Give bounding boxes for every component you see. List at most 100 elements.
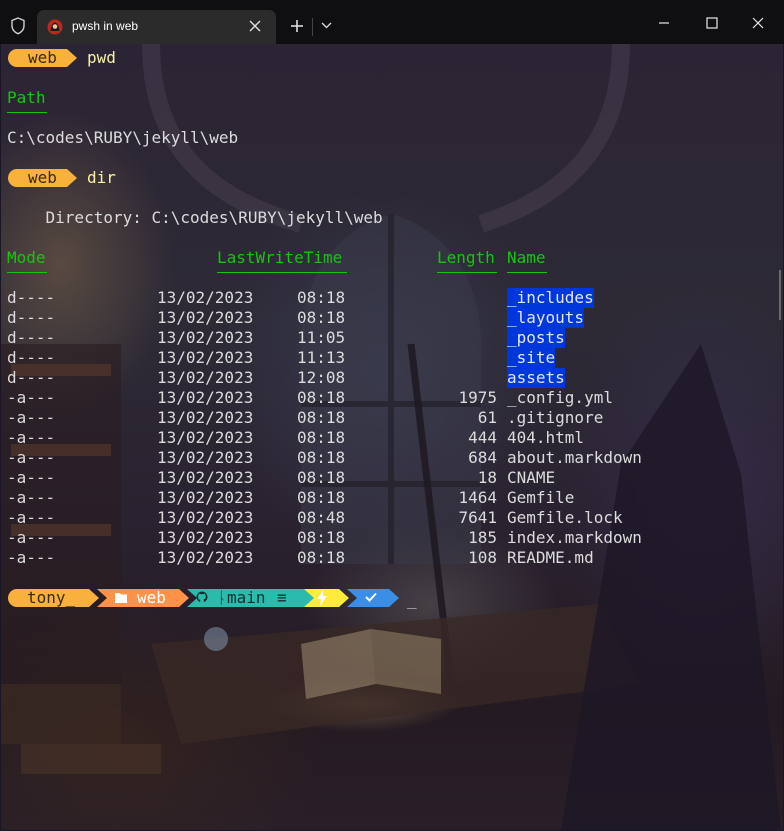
terminal-tab[interactable]: pwsh in web bbox=[37, 10, 276, 44]
row-length: 1464 bbox=[458, 488, 497, 507]
command-text: pwd bbox=[87, 48, 116, 67]
row-time: 11:05 bbox=[297, 328, 346, 347]
chevron-down-icon[interactable] bbox=[321, 22, 332, 29]
row-time: 08:18 bbox=[297, 488, 346, 507]
header-underline bbox=[7, 112, 47, 113]
header-underline bbox=[507, 272, 547, 273]
row-length: 61 bbox=[477, 408, 497, 427]
row-date: 13/02/2023 bbox=[157, 548, 254, 567]
title-bar: pwsh in web bbox=[0, 0, 784, 44]
row-time: 08:18 bbox=[297, 408, 346, 427]
tab-profile-icon bbox=[47, 19, 63, 35]
row-name-file: .gitignore bbox=[507, 408, 604, 427]
row-mode: -a--- bbox=[7, 528, 56, 547]
row-mode: d---- bbox=[7, 308, 56, 327]
prompt-folder: web bbox=[137, 588, 166, 607]
row-name-file: README.md bbox=[507, 548, 594, 567]
row-date: 13/02/2023 bbox=[157, 428, 254, 447]
maximize-icon[interactable] bbox=[705, 16, 719, 30]
lightning-icon bbox=[317, 590, 327, 606]
prompt-user: tony_ bbox=[27, 588, 76, 607]
row-date: 13/02/2023 bbox=[157, 368, 254, 387]
row-time: 08:18 bbox=[297, 428, 346, 447]
row-length bbox=[437, 368, 497, 388]
row-length: 185 bbox=[468, 528, 497, 547]
row-length: 18 bbox=[477, 468, 497, 487]
row-mode: -a--- bbox=[7, 548, 56, 567]
row-mode: -a--- bbox=[7, 508, 56, 527]
check-icon bbox=[365, 592, 377, 602]
row-length bbox=[437, 308, 497, 328]
row-name-file: Gemfile.lock bbox=[507, 508, 623, 527]
new-tab-icon[interactable] bbox=[290, 19, 304, 33]
row-date: 13/02/2023 bbox=[157, 448, 254, 467]
row-date: 13/02/2023 bbox=[157, 508, 254, 527]
row-time: 08:18 bbox=[297, 468, 346, 487]
tab-close-icon[interactable] bbox=[248, 19, 262, 33]
close-icon[interactable] bbox=[751, 16, 765, 30]
scrollbar[interactable] bbox=[779, 270, 781, 320]
row-date: 13/02/2023 bbox=[157, 308, 254, 327]
row-mode: -a--- bbox=[7, 468, 56, 487]
row-mode: d---- bbox=[7, 368, 56, 387]
row-time: 08:18 bbox=[297, 548, 346, 567]
row-date: 13/02/2023 bbox=[157, 328, 254, 347]
row-mode: d---- bbox=[7, 348, 56, 367]
row-name-file: Gemfile bbox=[507, 488, 575, 507]
shield-icon[interactable] bbox=[10, 17, 26, 35]
row-name-directory: _layouts bbox=[507, 308, 585, 328]
tab-title: pwsh in web bbox=[72, 19, 139, 33]
row-length: 7641 bbox=[458, 508, 497, 527]
row-name-directory: _includes bbox=[507, 288, 594, 308]
column-header-lastwritetime: LastWriteTime bbox=[217, 248, 343, 267]
pwd-value: C:\codes\RUBY\jekyll\web bbox=[7, 128, 239, 147]
directory-label: Directory: C:\codes\RUBY\jekyll\web bbox=[7, 208, 383, 227]
row-length: 1975 bbox=[458, 388, 497, 407]
row-mode: -a--- bbox=[7, 388, 56, 407]
prompt-branch-status: ≡ bbox=[277, 588, 287, 607]
row-mode: d---- bbox=[7, 288, 56, 307]
row-date: 13/02/2023 bbox=[157, 528, 254, 547]
tab-separator bbox=[312, 18, 313, 36]
row-time: 08:18 bbox=[297, 528, 346, 547]
row-mode: -a--- bbox=[7, 488, 56, 507]
row-length bbox=[437, 328, 497, 348]
row-time: 08:18 bbox=[297, 388, 346, 407]
prompt-dir: web bbox=[28, 48, 57, 67]
terminal-pane[interactable]: web pwd Path C:\codes\RUBY\jekyll\web we… bbox=[1, 44, 783, 830]
row-length bbox=[437, 288, 497, 308]
row-date: 13/02/2023 bbox=[157, 348, 254, 367]
row-time: 08:48 bbox=[297, 508, 346, 527]
prompt-branch: main bbox=[227, 588, 266, 607]
prompt-dir: web bbox=[28, 168, 57, 187]
column-header-name: Name bbox=[507, 248, 546, 267]
row-name-directory: assets bbox=[507, 368, 565, 388]
column-header-mode: Mode bbox=[7, 248, 46, 267]
row-length bbox=[437, 348, 497, 368]
header-underline bbox=[437, 272, 497, 273]
row-name-file: 404.html bbox=[507, 428, 585, 447]
column-header-length: Length bbox=[437, 248, 495, 267]
header-underline bbox=[217, 272, 347, 273]
cursor[interactable]: _ bbox=[407, 590, 417, 610]
row-name-file: index.markdown bbox=[507, 528, 642, 547]
row-name-file: CNAME bbox=[507, 468, 556, 487]
row-mode: -a--- bbox=[7, 408, 56, 427]
row-name-directory: _site bbox=[507, 348, 556, 368]
row-time: 08:18 bbox=[297, 448, 346, 467]
column-header-path: Path bbox=[7, 88, 46, 107]
row-length: 684 bbox=[468, 448, 497, 467]
minimize-icon[interactable] bbox=[657, 16, 671, 30]
row-date: 13/02/2023 bbox=[157, 388, 254, 407]
row-name-file: _config.yml bbox=[507, 388, 613, 407]
row-length: 108 bbox=[468, 548, 497, 567]
row-time: 11:13 bbox=[297, 348, 346, 367]
row-mode: -a--- bbox=[7, 448, 56, 467]
row-date: 13/02/2023 bbox=[157, 468, 254, 487]
background-artwork bbox=[1, 44, 781, 830]
row-date: 13/02/2023 bbox=[157, 408, 254, 427]
row-name-file: about.markdown bbox=[507, 448, 642, 467]
header-underline bbox=[7, 272, 47, 273]
row-length: 444 bbox=[468, 428, 497, 447]
row-name-directory: _posts bbox=[507, 328, 565, 348]
